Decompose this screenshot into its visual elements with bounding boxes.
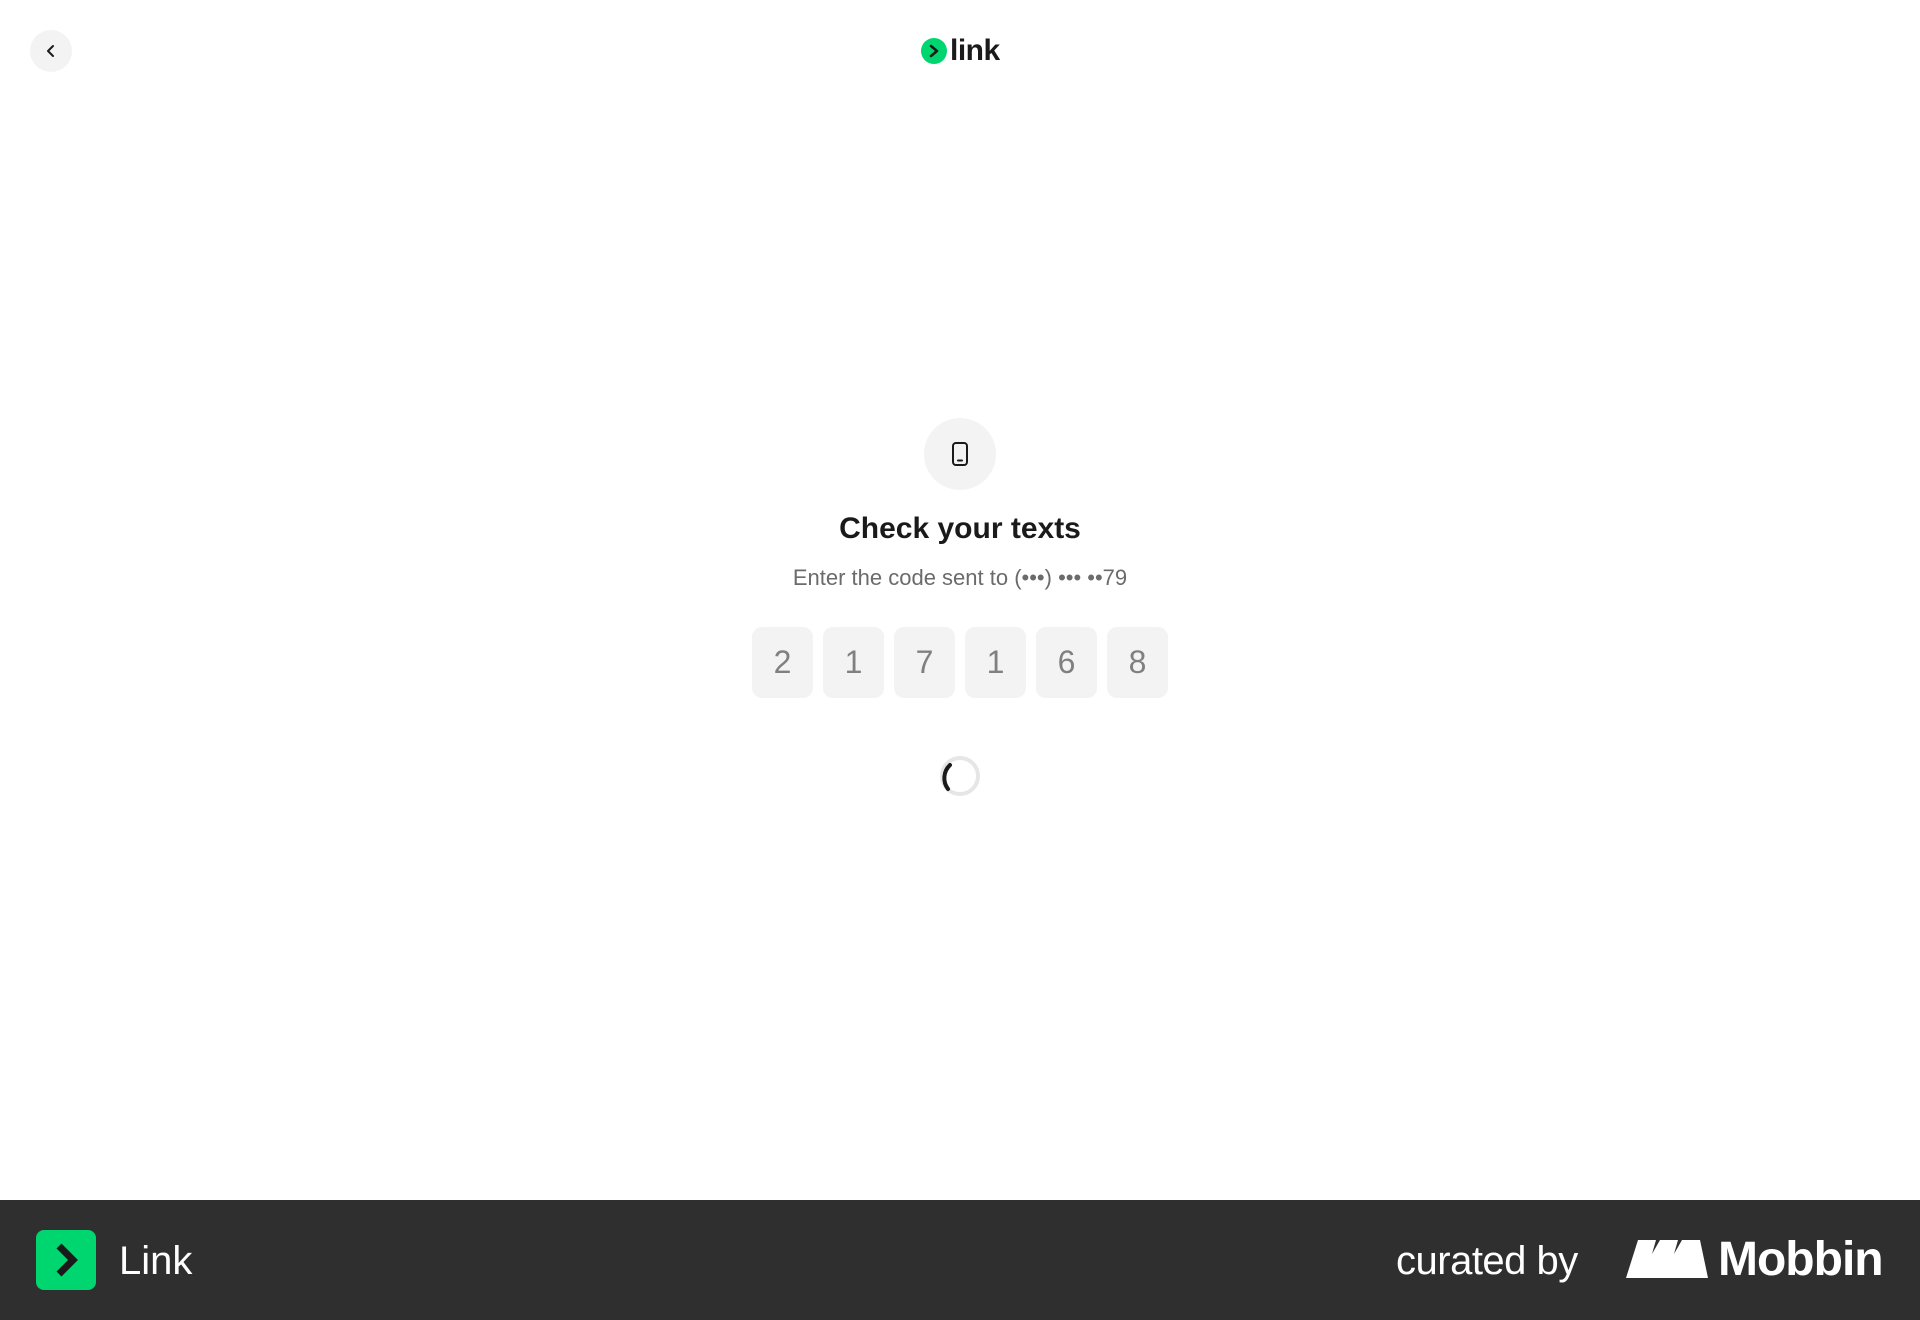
code-digit-input[interactable]: 8 xyxy=(1107,627,1168,698)
chevron-left-icon xyxy=(47,45,54,57)
phone-icon-badge xyxy=(924,418,996,490)
mobbin-logo-icon xyxy=(1626,1240,1708,1278)
link-logo-text: link xyxy=(950,34,1000,67)
phone-icon xyxy=(952,442,968,466)
code-input-group: 2 1 7 1 6 8 xyxy=(752,627,1168,698)
back-button[interactable] xyxy=(30,30,72,72)
code-digit-input[interactable]: 6 xyxy=(1036,627,1097,698)
page-title: Check your texts xyxy=(839,512,1081,545)
link-app-icon xyxy=(36,1230,96,1290)
code-digit-input[interactable]: 1 xyxy=(823,627,884,698)
link-logo-mark-icon xyxy=(921,38,947,64)
code-digit-input[interactable]: 7 xyxy=(894,627,955,698)
loading-spinner-icon xyxy=(940,756,980,796)
link-logo: link xyxy=(921,34,1000,68)
footer-app-name: Link xyxy=(119,1239,193,1283)
code-digit-input[interactable]: 1 xyxy=(965,627,1026,698)
code-digit-input[interactable]: 2 xyxy=(752,627,813,698)
code-sent-subtitle: Enter the code sent to (•••) ••• ••79 xyxy=(792,565,1128,590)
page: link Check your texts Enter the code sen… xyxy=(0,0,1920,1320)
mobbin-wordmark: Mobbin xyxy=(1718,1233,1884,1286)
verification-screen: link Check your texts Enter the code sen… xyxy=(0,0,1920,1200)
curated-by-label: curated by xyxy=(1396,1239,1578,1283)
